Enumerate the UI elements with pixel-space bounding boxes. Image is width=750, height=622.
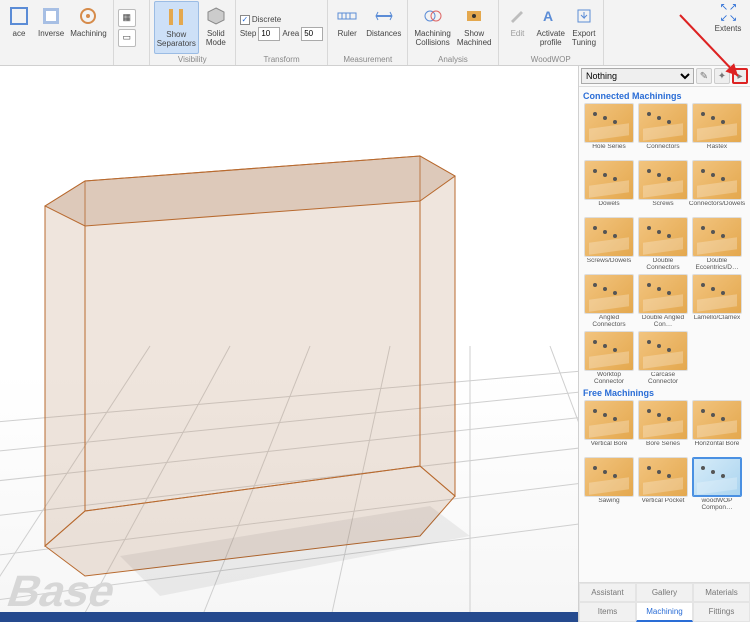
area-label: Area [282,29,299,38]
extents-label: Extents [708,24,748,33]
inverse-icon [38,3,64,29]
area-input[interactable] [301,27,323,41]
base-floor-label: Base [1,566,122,616]
edit-icon [505,3,531,29]
tile-caption: Rastex [707,144,727,158]
show-separators-button[interactable]: Show Separators [154,1,199,54]
tile-caption: Horizontal Bore [695,441,740,455]
export-icon [571,3,597,29]
tile-caption: Worktop Connector [583,372,635,386]
discrete-checkbox[interactable]: ✓ [240,15,250,25]
tile-caption: Connectors/Dowels [689,201,745,215]
machining-tile[interactable]: Vertical Bore [583,400,635,455]
tile-caption: Dowels [598,201,619,215]
face-button[interactable]: ace [4,1,34,54]
machining-collisions-button[interactable]: Machining Collisions [412,1,452,54]
toggle-grid-button[interactable]: ▦ [118,9,136,27]
panel-tab[interactable]: Fittings [693,602,750,622]
machining-tile[interactable]: Hole Series [583,103,635,158]
tile-caption: Bore Series [646,441,680,455]
transform-group-label: Transform [240,54,323,65]
panel-tab[interactable]: Machining [636,602,693,622]
tile-caption: Hole Series [592,144,626,158]
svg-text:A: A [543,8,553,24]
cube-face-icon [6,3,32,29]
discrete-label: Discrete [252,15,281,24]
tile-caption: Lamello/Clamex [694,315,741,329]
machining-tile[interactable]: Lamello/Clamex [691,274,743,329]
activate-profile-button[interactable]: A Activate profile [535,1,567,54]
machining-tile[interactable]: Vertical Pocket [637,457,689,512]
free-section-title: Free Machinings [583,388,746,398]
panel-tab[interactable]: Items [579,602,636,622]
filter-select[interactable]: Nothing [581,68,694,84]
activate-icon: A [538,3,564,29]
woodwop-group-label: WoodWOP [503,54,599,65]
tile-caption: woodWOP Compon… [691,498,743,512]
tile-caption: Vertical Pocket [642,498,685,512]
filter-tool-3[interactable]: ▸ [732,68,748,84]
distances-button[interactable]: Distances [364,1,403,54]
tile-caption: Double Connectors [637,258,689,272]
show-machined-button[interactable]: Show Machined [455,1,494,54]
machining-tile[interactable]: Connectors [637,103,689,158]
solid-mode-button[interactable]: Solid Mode [201,1,231,54]
machining-tile[interactable]: Screws [637,160,689,215]
tile-caption: Sawing [598,498,619,512]
machining-tile[interactable]: Rastex [691,103,743,158]
machining-tile[interactable]: Connectors/Dowels [691,160,743,215]
panel-tab[interactable]: Materials [693,583,750,602]
tile-caption: Angled Connectors [583,315,635,329]
group-label [4,54,109,65]
machining-tile[interactable]: Dowels [583,160,635,215]
machining-tile[interactable]: Horizontal Bore [691,400,743,455]
machining-tile[interactable]: Double Eccentrics/D… [691,217,743,272]
connected-section-title: Connected Machinings [583,91,746,101]
extents-icon: ↖ ↗↙ ↘ [708,2,748,24]
machining-tile[interactable]: Double Connectors [637,217,689,272]
ruler-icon [334,3,360,29]
solid-cube-icon [203,3,229,29]
machining-tile[interactable]: Carcase Connector [637,331,689,386]
step-input[interactable] [258,27,280,41]
status-bar [0,612,578,622]
filter-tool-2[interactable]: ✦ [714,68,730,84]
tile-caption: Connectors [646,144,679,158]
tile-caption: Double Eccentrics/D… [691,258,743,272]
ribbon: ace Inverse Machining ▦ ▭ [0,0,750,66]
machining-tile[interactable]: Bore Series [637,400,689,455]
collisions-icon [420,3,446,29]
machining-tile[interactable]: woodWOP Compon… [691,457,743,512]
tile-caption: Carcase Connector [637,372,689,386]
machining-tile[interactable]: Angled Connectors [583,274,635,329]
tile-caption: Vertical Bore [591,441,628,455]
drill-icon [75,3,101,29]
visibility-group-label: Visibility [154,54,231,65]
machining-view-button[interactable]: Machining [68,1,108,54]
viewport-3d[interactable]: Base [0,66,578,622]
measurement-group-label: Measurement [332,54,403,65]
analysis-group-label: Analysis [412,54,493,65]
tile-caption: Screws/Dowels [587,258,631,272]
tile-caption: Double Angled Con… [637,315,689,329]
machining-tile[interactable]: Sawing [583,457,635,512]
step-label: Step [240,29,256,38]
ruler-button[interactable]: Ruler [332,1,362,54]
machining-tile[interactable]: Screws/Dowels [583,217,635,272]
edit-button[interactable]: Edit [503,1,533,54]
machining-tile[interactable]: Worktop Connector [583,331,635,386]
show-machined-icon [461,3,487,29]
filter-tool-1[interactable]: ✎ [696,68,712,84]
panel-tab[interactable]: Gallery [636,583,693,602]
tile-caption: Screws [652,201,673,215]
export-tuning-button[interactable]: Export Tuning [569,1,599,54]
separators-icon [163,4,189,30]
machining-tile[interactable]: Double Angled Con… [637,274,689,329]
inverse-button[interactable]: Inverse [36,1,66,54]
side-panel: Nothing ✎ ✦ ▸ Connected Machinings Hole … [578,66,750,622]
distances-icon [371,3,397,29]
extents-button[interactable]: ↖ ↗↙ ↘ Extents [708,2,748,33]
panel-tab[interactable]: Assistant [579,583,636,602]
toggle-outline-button[interactable]: ▭ [118,29,136,47]
